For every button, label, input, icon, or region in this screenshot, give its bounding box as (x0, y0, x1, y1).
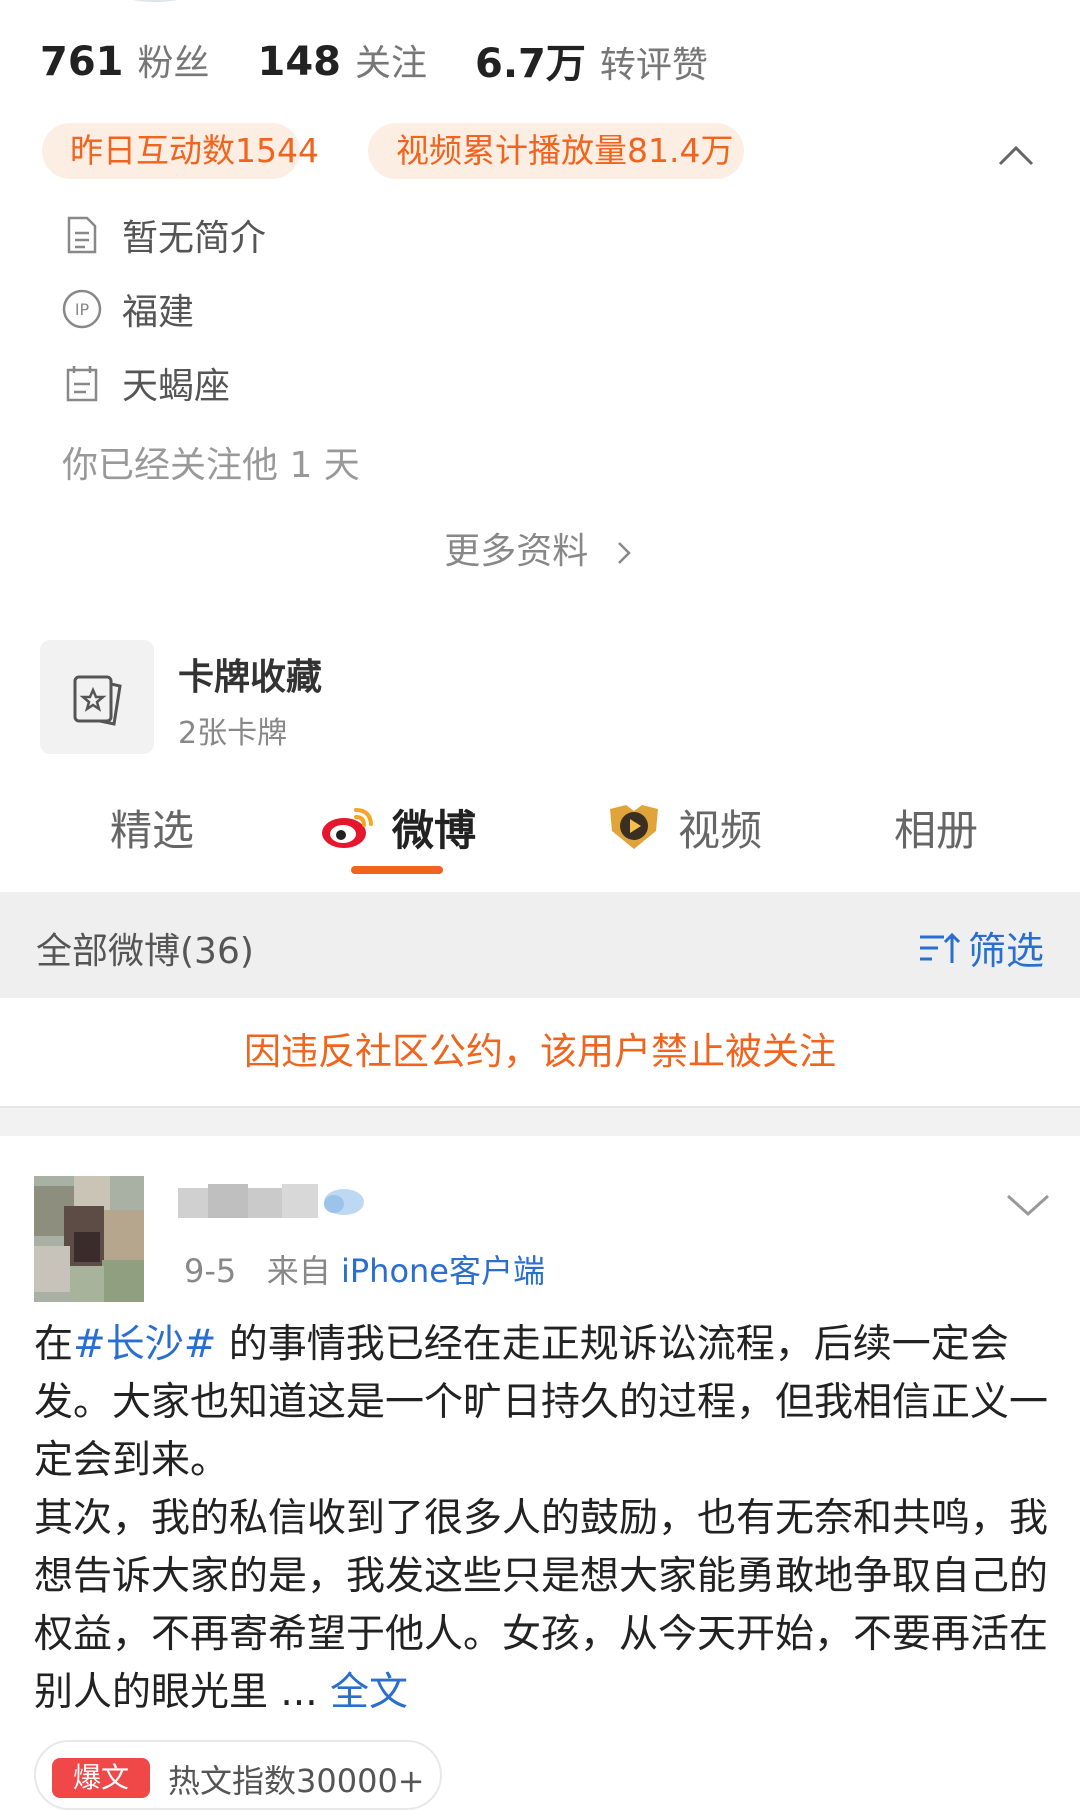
card-collection-title[interactable]: 卡牌收藏 (178, 648, 322, 700)
video-badge-icon (610, 805, 658, 849)
bio-row: 暂无简介 (60, 210, 266, 260)
tab-featured[interactable]: 精选 (110, 790, 194, 864)
post-ellipsis: ... (268, 1670, 331, 1715)
hot-post-tag[interactable]: 爆文 热文指数30000+ (34, 1740, 442, 1810)
card-collection-count: 2张卡牌 (178, 716, 288, 751)
profile-badges: 昨日互动数1544 视频累计播放量81.4万 (42, 123, 1080, 179)
section-divider (0, 1108, 1080, 1136)
followers-count: 761 (40, 39, 124, 85)
bio-text: 暂无简介 (122, 218, 267, 259)
tab-video[interactable]: 视频 (604, 790, 762, 864)
more-info-label: 更多资料 (444, 531, 589, 572)
post-paragraph-1: 在#长沙# 的事情我已经在走正规诉讼流程，后续一定会发。大家也知道这是一个旷日持… (34, 1316, 1050, 1490)
profile-stats: 761 粉丝 148 关注 6.7万 转评赞 (40, 30, 756, 90)
post-count: 全部微博(36) (36, 931, 254, 972)
interaction-badge[interactable]: 昨日互动数1544 (42, 123, 319, 179)
hot-pill-label: 爆文 (52, 1758, 150, 1798)
weibo-logo-icon (322, 808, 373, 848)
follow-duration: 你已经关注他 1 天 (62, 445, 360, 486)
post-meta: 9-5 来自 iPhone客户端 (184, 1246, 545, 1292)
post-source-prefix: 来自 (266, 1252, 331, 1290)
tab-featured-label: 精选 (110, 805, 195, 855)
post-body: 在#长沙# 的事情我已经在走正规诉讼流程，后续一定会发。大家也知道这是一个旷日持… (34, 1316, 1050, 1722)
tab-album-label: 相册 (894, 805, 979, 855)
feed-filter-bar: 全部微博(36) 筛选 (0, 892, 1080, 998)
author-name-blurred[interactable] (178, 1180, 318, 1224)
followers-label: 粉丝 (137, 43, 210, 84)
chevron-right-icon (617, 542, 631, 564)
ip-location-text: 福建 (122, 292, 195, 333)
tab-album[interactable]: 相册 (894, 790, 978, 864)
following-label: 关注 (355, 43, 428, 84)
filter-label: 筛选 (967, 929, 1044, 973)
tab-weibo-label: 微博 (392, 805, 477, 855)
post-text-pre: 在 (34, 1322, 74, 1367)
chevron-down-icon[interactable] (1004, 1190, 1052, 1220)
post-date: 9-5 (184, 1252, 237, 1290)
avatar-edge (110, 0, 200, 2)
profile-tabs: 精选 微博 视频 相册 (0, 790, 1080, 890)
post-source[interactable]: iPhone客户端 (341, 1252, 545, 1290)
video-plays-badge[interactable]: 视频累计播放量81.4万 (368, 123, 744, 179)
engagement-count: 6.7万 (475, 41, 586, 87)
full-text-link[interactable]: 全文 (330, 1670, 408, 1715)
card-icon (73, 675, 122, 726)
tab-weibo[interactable]: 微博 (320, 790, 476, 864)
following-stat[interactable]: 148 关注 (258, 34, 428, 86)
followers-stat[interactable]: 761 粉丝 (40, 34, 210, 86)
filter-button[interactable]: 筛选 (918, 920, 1044, 975)
zodiac-text: 天蝎座 (122, 366, 231, 407)
card-collection-thumb[interactable] (40, 640, 154, 754)
document-icon (67, 216, 97, 254)
post-text-second: 其次，我的私信收到了很多人的鼓励，也有无奈和共鸣，我想告诉大家的是，我发这些只是… (34, 1496, 1049, 1715)
hot-index-text: 热文指数30000+ (168, 1762, 425, 1800)
member-badge-icon (324, 1189, 364, 1215)
post-paragraph-2: 其次，我的私信收到了很多人的鼓励，也有无奈和共鸣，我想告诉大家的是，我发这些只是… (34, 1490, 1050, 1722)
ip-location-icon: IP (62, 289, 102, 329)
more-info-link[interactable]: 更多资料 (0, 522, 1080, 574)
hashtag-link[interactable]: #长沙# (73, 1322, 216, 1367)
ban-notice: 因违反社区公约，该用户禁止被关注 (0, 998, 1080, 1108)
avatar[interactable] (34, 1176, 144, 1302)
sort-filter-icon (919, 932, 960, 963)
chevron-up-icon[interactable] (996, 136, 1036, 176)
ip-location-row: IP 福建 (60, 284, 194, 334)
engagement-stat[interactable]: 6.7万 转评赞 (475, 31, 708, 89)
svg-text:IP: IP (75, 300, 90, 319)
tab-video-label: 视频 (678, 805, 763, 855)
zodiac-row: 天蝎座 (60, 358, 230, 408)
following-count: 148 (257, 39, 342, 85)
calendar-icon (66, 366, 98, 402)
active-tab-indicator (351, 866, 443, 874)
engagement-label: 转评赞 (599, 45, 708, 86)
